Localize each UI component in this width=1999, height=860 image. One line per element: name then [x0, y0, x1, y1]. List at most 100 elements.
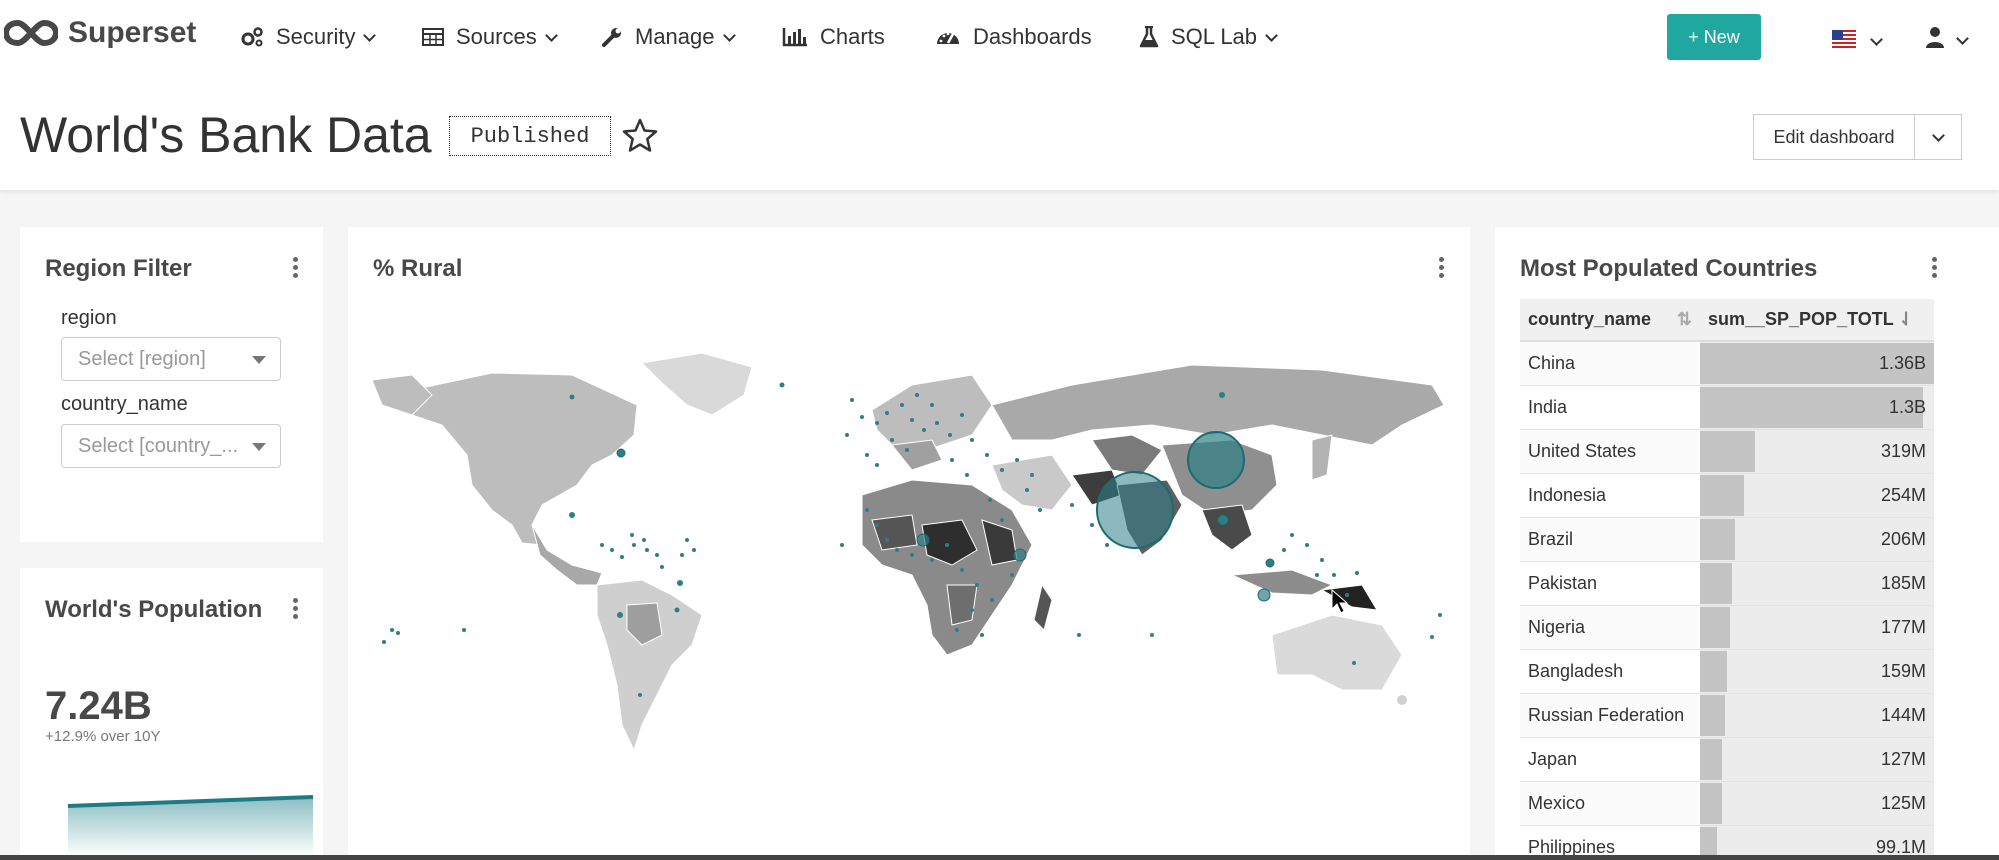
population-bar — [1700, 606, 1731, 648]
sort-desc-icon: ⇃ — [1898, 309, 1914, 329]
rural-map-card: % Rural — [348, 227, 1470, 855]
country-cell: Mexico — [1520, 781, 1700, 826]
big-number-value: 7.24B — [45, 684, 152, 728]
chevron-down-icon — [1931, 128, 1945, 142]
country-cell: Philippines — [1520, 825, 1700, 855]
population-value: 99.1M — [1875, 836, 1926, 856]
table-row: United States 319M — [1520, 429, 1934, 474]
population-table: country_name ⇅ sum__SP_POP_TOTL ⇃ China 1… — [1520, 299, 1934, 855]
country-cell: Russian Federation — [1520, 693, 1700, 738]
menu-security-label: Security — [276, 24, 356, 49]
big-number-subtext: +12.9% over 10Y — [45, 728, 161, 745]
us-flag-icon — [1832, 28, 1856, 54]
column-header-population[interactable]: sum__SP_POP_TOTL ⇃ — [1700, 299, 1934, 342]
menu-sql-lab-label: SQL Lab — [1171, 24, 1258, 49]
table-row: Nigeria 177M — [1520, 605, 1934, 650]
edit-dashboard-button[interactable]: Edit dashboard — [1753, 114, 1915, 160]
dashboard-actions-dropdown[interactable] — [1914, 114, 1962, 160]
flask-icon — [1139, 26, 1159, 48]
logo-icon — [4, 19, 58, 47]
region-select-placeholder: Select [region] — [78, 348, 206, 370]
population-cell: 254M — [1700, 473, 1934, 518]
population-bar — [1700, 782, 1722, 824]
population-value: 1.36B — [1878, 352, 1926, 373]
more-options-icon[interactable] — [293, 598, 299, 622]
region-filter-card: Region Filter region Select [region] cou… — [20, 227, 323, 542]
new-button[interactable]: + New — [1667, 14, 1761, 60]
population-bar — [1700, 474, 1744, 516]
population-bar — [1700, 518, 1736, 560]
column-header-country[interactable]: country_name ⇅ — [1520, 299, 1700, 342]
country-cell: Indonesia — [1520, 473, 1700, 518]
chevron-down-icon — [1265, 28, 1278, 42]
dashboard-header: World's Bank Data Published Edit dashboa… — [0, 80, 1999, 190]
published-badge[interactable]: Published — [449, 116, 611, 156]
dropdown-arrow-icon — [252, 443, 266, 451]
language-selector[interactable] — [1832, 28, 1883, 54]
population-bar — [1700, 694, 1725, 736]
table-row: Pakistan 185M — [1520, 561, 1934, 606]
chevron-down-icon — [1956, 31, 1969, 45]
favorite-star-icon[interactable] — [622, 118, 658, 157]
menu-manage[interactable]: Manage — [601, 24, 736, 50]
table-row: Indonesia 254M — [1520, 473, 1934, 518]
table-row: Russian Federation 144M — [1520, 693, 1934, 738]
table-icon — [422, 28, 444, 46]
rural-map-title: % Rural — [373, 255, 463, 282]
country-select-placeholder: Select [country_... — [78, 435, 239, 457]
bar-chart-icon — [782, 27, 808, 47]
country-cell: Bangladesh — [1520, 649, 1700, 694]
population-bar — [1700, 826, 1718, 855]
user-icon — [1926, 26, 1944, 54]
menu-sources-label: Sources — [456, 24, 537, 49]
world-population-card: World's Population 7.24B +12.9% over 10Y — [20, 568, 323, 855]
population-cell: 125M — [1700, 781, 1934, 826]
more-options-icon[interactable] — [1932, 257, 1938, 281]
population-value: 319M — [1880, 440, 1926, 461]
table-row: Philippines 99.1M — [1520, 825, 1934, 855]
menu-dashboards-label: Dashboards — [973, 24, 1092, 49]
population-cell: 206M — [1700, 517, 1934, 562]
menu-charts[interactable]: Charts — [782, 24, 885, 50]
population-bar — [1700, 650, 1728, 692]
chevron-down-icon — [722, 28, 736, 42]
world-map[interactable] — [372, 345, 1444, 765]
world-population-title: World's Population — [45, 596, 263, 623]
population-value: 177M — [1880, 616, 1926, 637]
population-bar — [1700, 738, 1722, 780]
population-trendline — [67, 795, 314, 855]
population-bar — [1700, 562, 1732, 604]
menu-security[interactable]: Security — [240, 24, 377, 50]
region-filter-label: region — [61, 307, 117, 329]
population-value: 159M — [1880, 660, 1926, 681]
population-value: 185M — [1880, 572, 1926, 593]
logo-text: Superset — [68, 16, 197, 49]
country-cell: Pakistan — [1520, 561, 1700, 606]
region-select[interactable]: Select [region] — [61, 337, 281, 381]
dashboard-title[interactable]: World's Bank Data — [20, 106, 432, 164]
menu-dashboards[interactable]: Dashboards — [935, 24, 1092, 50]
chevron-down-icon — [544, 28, 558, 42]
country-cell: Japan — [1520, 737, 1700, 782]
population-value: 127M — [1880, 748, 1926, 769]
more-options-icon[interactable] — [1439, 257, 1445, 281]
country-select[interactable]: Select [country_... — [61, 424, 281, 468]
country-cell: Brazil — [1520, 517, 1700, 562]
most-populated-card: Most Populated Countries country_name ⇅ … — [1495, 227, 1999, 855]
population-value: 254M — [1880, 484, 1926, 505]
menu-sql-lab[interactable]: SQL Lab — [1139, 24, 1278, 50]
population-cell: 144M — [1700, 693, 1934, 738]
region-filter-title: Region Filter — [45, 255, 192, 282]
more-options-icon[interactable] — [293, 257, 299, 281]
chevron-down-icon — [363, 28, 377, 42]
top-navbar: Superset Security Sources Manage Charts … — [0, 0, 1999, 80]
menu-sources[interactable]: Sources — [422, 24, 558, 50]
table-row: China 1.36B — [1520, 341, 1934, 386]
dashboard-icon — [935, 27, 961, 47]
superset-logo[interactable]: Superset — [4, 16, 196, 50]
user-menu[interactable] — [1926, 26, 1969, 54]
population-value: 1.3B — [1888, 396, 1926, 417]
country-cell: Nigeria — [1520, 605, 1700, 650]
table-row: Bangladesh 159M — [1520, 649, 1934, 694]
population-cell: 1.36B — [1700, 341, 1934, 386]
